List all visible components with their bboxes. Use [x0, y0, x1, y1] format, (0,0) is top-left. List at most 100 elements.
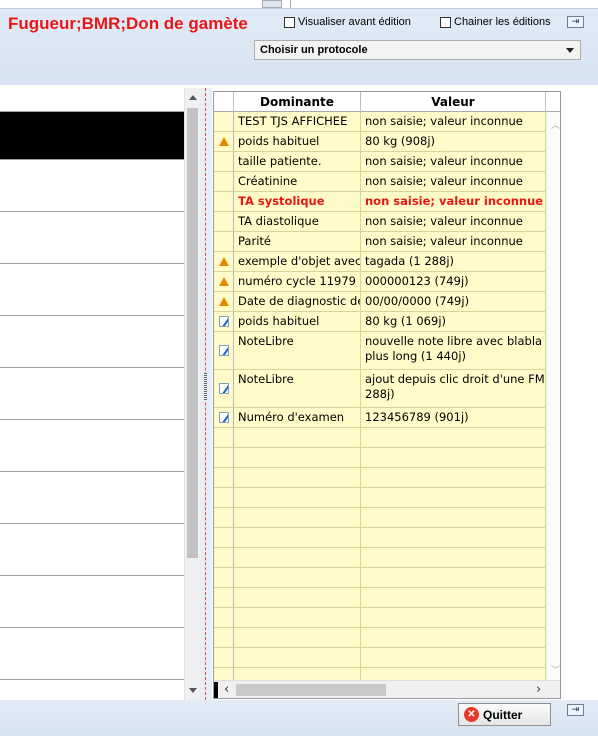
cell-valeur[interactable]: 80 kg (1 069j) — [361, 312, 546, 332]
cell-valeur[interactable] — [361, 508, 546, 528]
scroll-up-icon[interactable]: ︿ — [551, 118, 560, 131]
empty-table-row[interactable] — [214, 448, 560, 468]
table-row[interactable]: numéro cycle 11979 000000123 (749j) — [214, 272, 560, 292]
pin-icon[interactable]: ⇥ — [567, 704, 584, 716]
cell-dominante[interactable]: TA systolique — [234, 192, 361, 212]
cell-dominante[interactable]: taille patiente. — [234, 152, 361, 172]
scroll-left-icon[interactable]: ‹ — [224, 682, 229, 697]
list-item[interactable] — [0, 420, 184, 472]
cell-valeur[interactable]: non saisie; valeur inconnue — [361, 232, 546, 252]
cell-dominante[interactable]: TEST TJS AFFICHEE — [234, 112, 361, 132]
pin-icon[interactable]: ⇥ — [567, 16, 584, 28]
cell-dominante[interactable]: NoteLibre — [234, 332, 361, 370]
list-item[interactable] — [0, 212, 184, 264]
empty-table-row[interactable] — [214, 628, 560, 648]
table-row[interactable]: taille patiente. non saisie; valeur incon… — [214, 152, 560, 172]
cell-valeur[interactable] — [361, 588, 546, 608]
toolbar-button[interactable] — [262, 0, 282, 8]
cell-dominante[interactable] — [234, 468, 361, 488]
table-row[interactable]: Créatinine non saisie; valeur inconnue — [214, 172, 560, 192]
grid-horizontal-scrollbar[interactable]: ‹ › — [214, 680, 560, 698]
list-item[interactable] — [0, 160, 184, 212]
list-item[interactable] — [0, 88, 184, 112]
scroll-up-icon[interactable] — [189, 95, 197, 100]
empty-table-row[interactable] — [214, 548, 560, 568]
scroll-down-icon[interactable] — [189, 688, 197, 693]
empty-table-row[interactable] — [214, 468, 560, 488]
cell-dominante[interactable]: Créatinine — [234, 172, 361, 192]
list-item[interactable] — [0, 264, 184, 316]
cell-valeur[interactable]: tagada (1 288j) — [361, 252, 546, 272]
splitter-grip-icon[interactable] — [204, 373, 207, 401]
cell-valeur[interactable]: non saisie; valeur inconnue — [361, 192, 546, 212]
empty-table-row[interactable] — [214, 648, 560, 668]
table-row[interactable]: TA systolique non saisie; valeur inconnue — [214, 192, 560, 212]
empty-table-row[interactable] — [214, 588, 560, 608]
table-row[interactable]: TEST TJS AFFICHEE non saisie; valeur inco… — [214, 112, 560, 132]
cell-dominante[interactable]: NoteLibre — [234, 370, 361, 408]
cell-valeur[interactable]: non saisie; valeur inconnue — [361, 212, 546, 232]
cell-valeur[interactable]: nouvelle note libre avec blabla un peupl… — [361, 332, 546, 370]
cell-dominante[interactable] — [234, 548, 361, 568]
cell-dominante[interactable]: poids habituel — [234, 312, 361, 332]
list-item[interactable] — [0, 316, 184, 368]
empty-table-row[interactable] — [214, 488, 560, 508]
cell-valeur[interactable] — [361, 488, 546, 508]
cell-valeur[interactable] — [361, 548, 546, 568]
cell-valeur[interactable]: 00/00/0000 (749j) — [361, 292, 546, 312]
toolbar-field[interactable] — [290, 0, 580, 8]
cell-dominante[interactable] — [234, 628, 361, 648]
cell-valeur[interactable] — [361, 648, 546, 668]
list-item-selected[interactable] — [0, 112, 184, 160]
table-row[interactable]: poids habituel 80 kg (1 069j) — [214, 312, 560, 332]
cell-valeur[interactable] — [361, 608, 546, 628]
empty-table-row[interactable] — [214, 528, 560, 548]
empty-table-row[interactable] — [214, 508, 560, 528]
cell-dominante[interactable]: poids habituel — [234, 132, 361, 152]
cell-dominante[interactable] — [234, 488, 361, 508]
chevron-down-icon[interactable] — [566, 48, 574, 53]
table-row[interactable]: NoteLibre ajout depuis clic droit d'une F… — [214, 370, 560, 408]
cell-valeur[interactable]: 000000123 (749j) — [361, 272, 546, 292]
cell-dominante[interactable]: Numéro d'examen — [234, 408, 361, 428]
empty-table-row[interactable] — [214, 568, 560, 588]
cell-valeur[interactable] — [361, 528, 546, 548]
list-item[interactable] — [0, 524, 184, 576]
protocol-select[interactable]: Choisir un protocole — [254, 40, 581, 60]
column-header-valeur[interactable]: Valeur — [361, 92, 546, 112]
cell-dominante[interactable] — [234, 528, 361, 548]
grid-vertical-scrollbar[interactable]: ︿ ﹀ — [546, 112, 560, 680]
scroll-down-icon[interactable]: ﹀ — [551, 663, 560, 676]
cell-dominante[interactable]: Parité — [234, 232, 361, 252]
cell-valeur[interactable] — [361, 448, 546, 468]
quit-button[interactable]: ✕ Quitter — [458, 703, 551, 726]
scroll-thumb[interactable] — [187, 108, 198, 558]
cell-dominante[interactable]: Date de diagnostic de — [234, 292, 361, 312]
table-row[interactable]: Parité non saisie; valeur inconnue — [214, 232, 560, 252]
left-scrollbar[interactable] — [184, 88, 200, 700]
cell-dominante[interactable]: numéro cycle 11979 — [234, 272, 361, 292]
cell-valeur[interactable]: 80 kg (908j) — [361, 132, 546, 152]
cell-valeur[interactable] — [361, 628, 546, 648]
list-item[interactable] — [0, 368, 184, 420]
chainer-checkbox[interactable]: Chainer les éditions — [440, 16, 551, 28]
visualiser-checkbox[interactable]: Visualiser avant édition — [284, 16, 411, 28]
cell-dominante[interactable]: exemple d'objet avec — [234, 252, 361, 272]
cell-valeur[interactable]: non saisie; valeur inconnue — [361, 172, 546, 192]
cell-valeur[interactable]: 123456789 (901j) — [361, 408, 546, 428]
cell-valeur[interactable]: ajout depuis clic droit d'une FM (1 288j) — [361, 370, 546, 408]
list-item[interactable] — [0, 576, 184, 628]
cell-dominante[interactable] — [234, 508, 361, 528]
table-row[interactable]: TA diastolique non saisie; valeur inconnu… — [214, 212, 560, 232]
cell-dominante[interactable]: TA diastolique — [234, 212, 361, 232]
cell-dominante[interactable] — [234, 448, 361, 468]
cell-dominante[interactable] — [234, 428, 361, 448]
scroll-thumb[interactable] — [236, 684, 386, 696]
table-row[interactable]: exemple d'objet avec tagada (1 288j) — [214, 252, 560, 272]
cell-valeur[interactable] — [361, 568, 546, 588]
list-item[interactable] — [0, 472, 184, 524]
column-header-dominante[interactable]: Dominante — [234, 92, 361, 112]
empty-table-row[interactable] — [214, 608, 560, 628]
cell-dominante[interactable] — [234, 608, 361, 628]
cell-valeur[interactable]: non saisie; valeur inconnue — [361, 152, 546, 172]
